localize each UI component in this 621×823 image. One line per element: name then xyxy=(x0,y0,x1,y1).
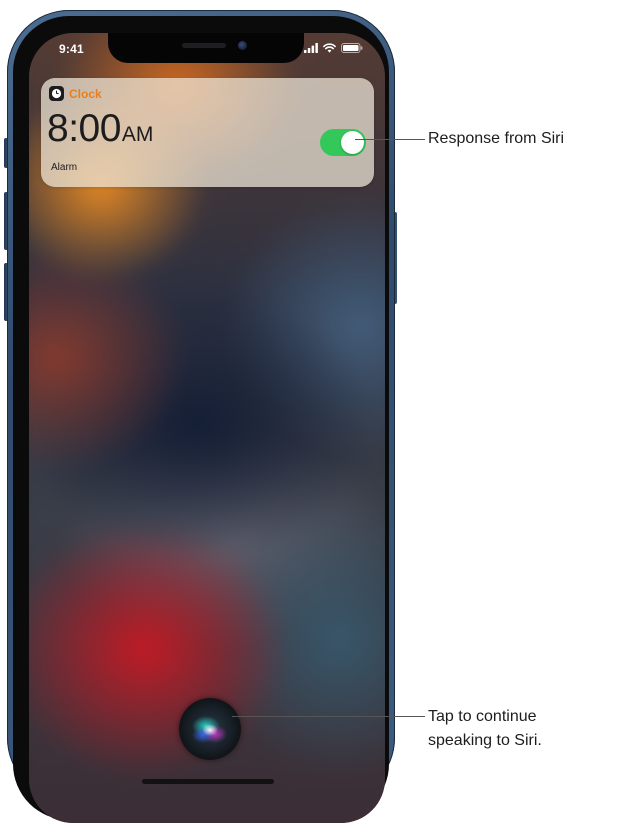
alarm-time: 8:00AM xyxy=(47,107,153,151)
iphone-frame: 9:41 Clock 8:00AM Alarm xyxy=(7,10,395,823)
toggle-knob xyxy=(341,131,364,154)
status-time: 9:41 xyxy=(59,42,84,56)
alarm-time-value: 8:00 xyxy=(47,107,121,150)
status-bar: 9:41 xyxy=(29,33,385,65)
tap-callout-line1: Tap to continue xyxy=(428,708,537,725)
siri-orb-icon[interactable] xyxy=(179,698,241,760)
response-callout-line xyxy=(355,139,425,140)
alarm-label: Alarm xyxy=(51,162,78,173)
tap-callout: Tap to continue speaking to Siri. xyxy=(428,705,542,753)
alarm-time-ampm: AM xyxy=(121,123,154,146)
app-name: Clock xyxy=(69,86,102,101)
tap-callout-line2: speaking to Siri. xyxy=(428,732,542,749)
home-indicator[interactable] xyxy=(142,779,274,784)
status-icons xyxy=(304,43,363,53)
tap-callout-line xyxy=(232,716,425,717)
battery-icon xyxy=(341,43,363,53)
signal-icon xyxy=(304,43,318,53)
wifi-icon xyxy=(323,43,336,53)
alarm-toggle[interactable] xyxy=(320,129,366,156)
phone-screen: 9:41 Clock 8:00AM Alarm xyxy=(29,33,385,823)
alarm-notification[interactable]: Clock 8:00AM Alarm xyxy=(41,78,374,187)
response-callout: Response from Siri xyxy=(428,130,565,147)
clock-icon xyxy=(49,86,64,101)
notification-header: Clock xyxy=(49,86,102,101)
